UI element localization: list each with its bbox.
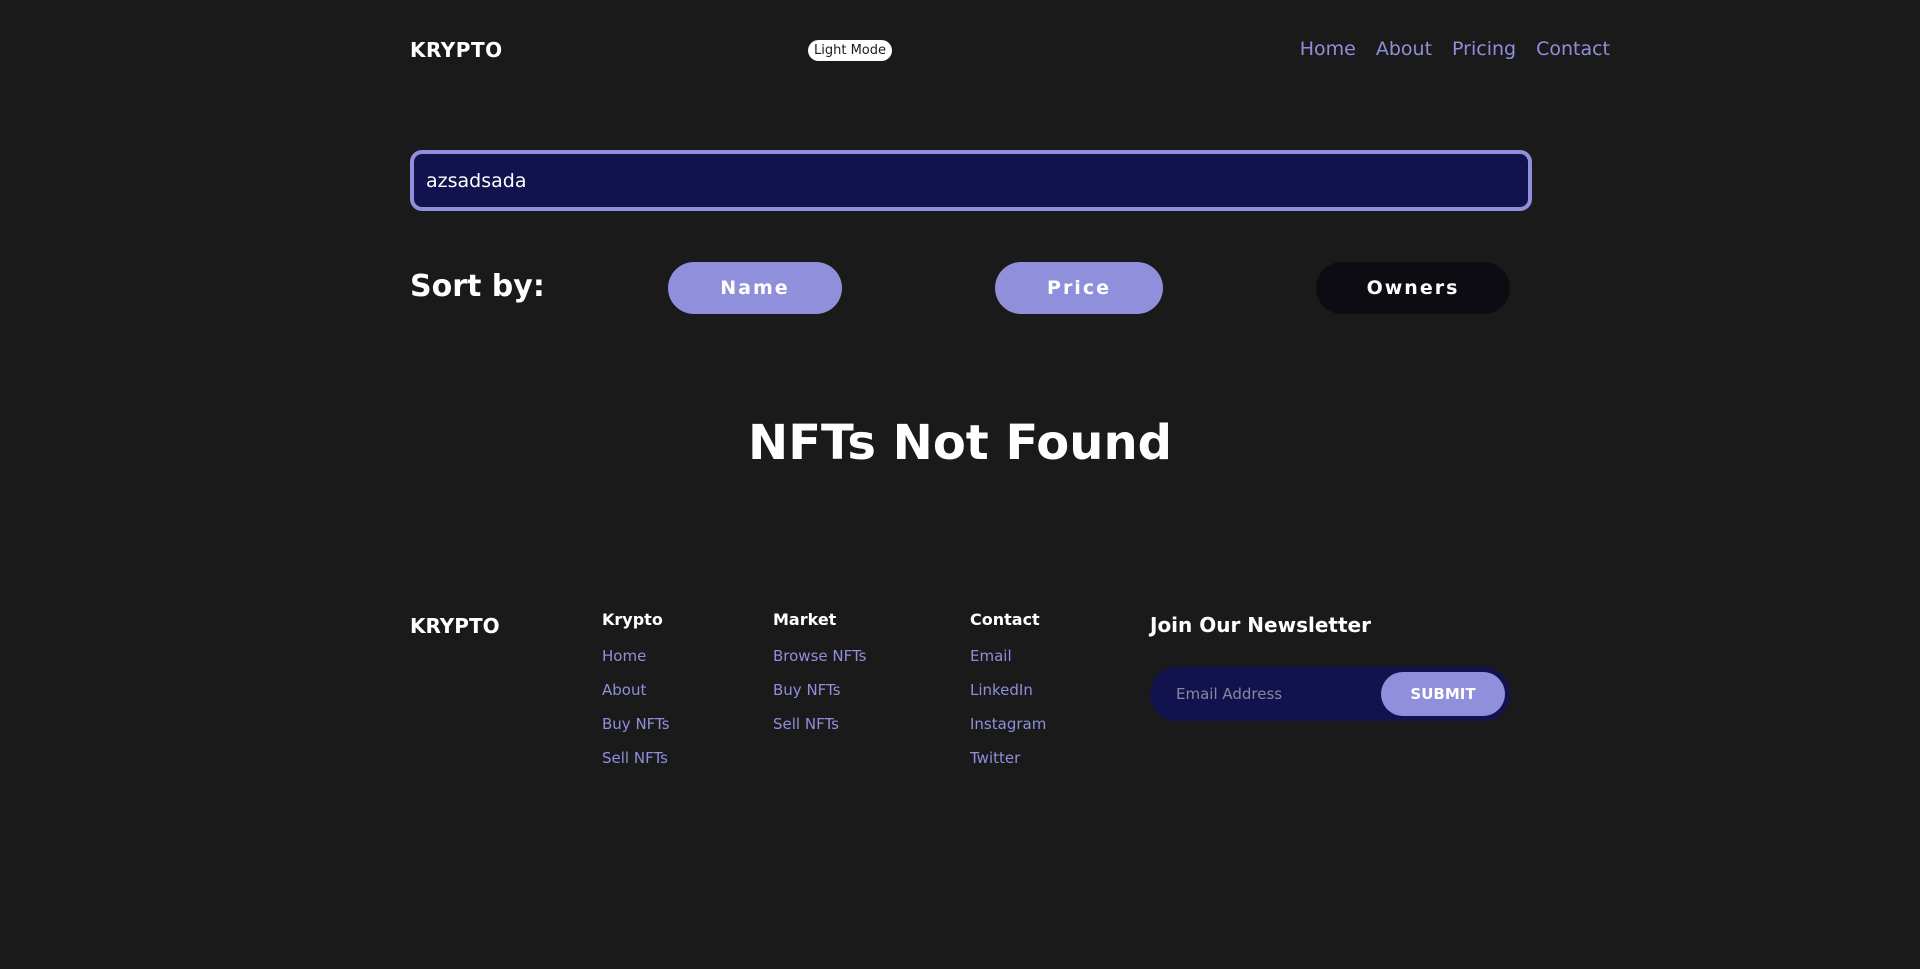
- footer-link-about[interactable]: About: [602, 681, 670, 699]
- footer-column-contact: Contact Email LinkedIn Instagram Twitter: [970, 610, 1046, 783]
- email-field[interactable]: [1176, 681, 1376, 707]
- sort-owners-button[interactable]: Owners: [1316, 262, 1510, 314]
- submit-button[interactable]: SUBMIT: [1381, 672, 1505, 716]
- footer-column-title: Contact: [970, 610, 1040, 629]
- footer-link-linkedin[interactable]: LinkedIn: [970, 681, 1046, 699]
- search-section: [410, 150, 1532, 211]
- footer-link-buy-nfts[interactable]: Buy NFTs: [773, 681, 866, 699]
- footer-link-buy-nfts[interactable]: Buy NFTs: [602, 715, 670, 733]
- newsletter-title: Join Our Newsletter: [1150, 613, 1371, 637]
- sort-row: Sort by: Name Price Owners: [410, 262, 1510, 314]
- sort-name-button[interactable]: Name: [668, 262, 842, 314]
- sort-label: Sort by:: [410, 269, 545, 304]
- nfts-not-found-heading: NFTs Not Found: [748, 415, 1172, 471]
- nav-about[interactable]: About: [1376, 38, 1432, 60]
- footer-link-sell-nfts[interactable]: Sell NFTs: [602, 749, 670, 767]
- footer-link-twitter[interactable]: Twitter: [970, 749, 1046, 767]
- footer-logo[interactable]: KRYPTO: [410, 614, 500, 638]
- nav-contact[interactable]: Contact: [1536, 38, 1610, 60]
- nav-home[interactable]: Home: [1300, 38, 1356, 60]
- footer-link-sell-nfts[interactable]: Sell NFTs: [773, 715, 866, 733]
- footer-column-market: Market Browse NFTs Buy NFTs Sell NFTs: [773, 610, 866, 749]
- nav-pricing[interactable]: Pricing: [1452, 38, 1516, 60]
- site-footer: KRYPTO Krypto Home About Buy NFTs Sell N…: [410, 610, 1510, 790]
- footer-link-home[interactable]: Home: [602, 647, 670, 665]
- main-nav: Home About Pricing Contact: [1300, 38, 1610, 60]
- footer-link-email[interactable]: Email: [970, 647, 1046, 665]
- footer-link-instagram[interactable]: Instagram: [970, 715, 1046, 733]
- newsletter: Join Our Newsletter SUBMIT: [1150, 613, 1510, 721]
- sort-price-button[interactable]: Price: [995, 262, 1163, 314]
- footer-link-browse-nfts[interactable]: Browse NFTs: [773, 647, 866, 665]
- site-header: KRYPTO Light Mode Home About Pricing Con…: [410, 0, 1610, 100]
- light-mode-toggle[interactable]: Light Mode: [808, 40, 892, 61]
- footer-column-title: Market: [773, 610, 837, 629]
- newsletter-form: SUBMIT: [1150, 667, 1510, 721]
- footer-column-title: Krypto: [602, 610, 663, 629]
- logo[interactable]: KRYPTO: [410, 38, 503, 62]
- footer-column-krypto: Krypto Home About Buy NFTs Sell NFTs: [602, 610, 670, 783]
- search-input[interactable]: [410, 150, 1532, 211]
